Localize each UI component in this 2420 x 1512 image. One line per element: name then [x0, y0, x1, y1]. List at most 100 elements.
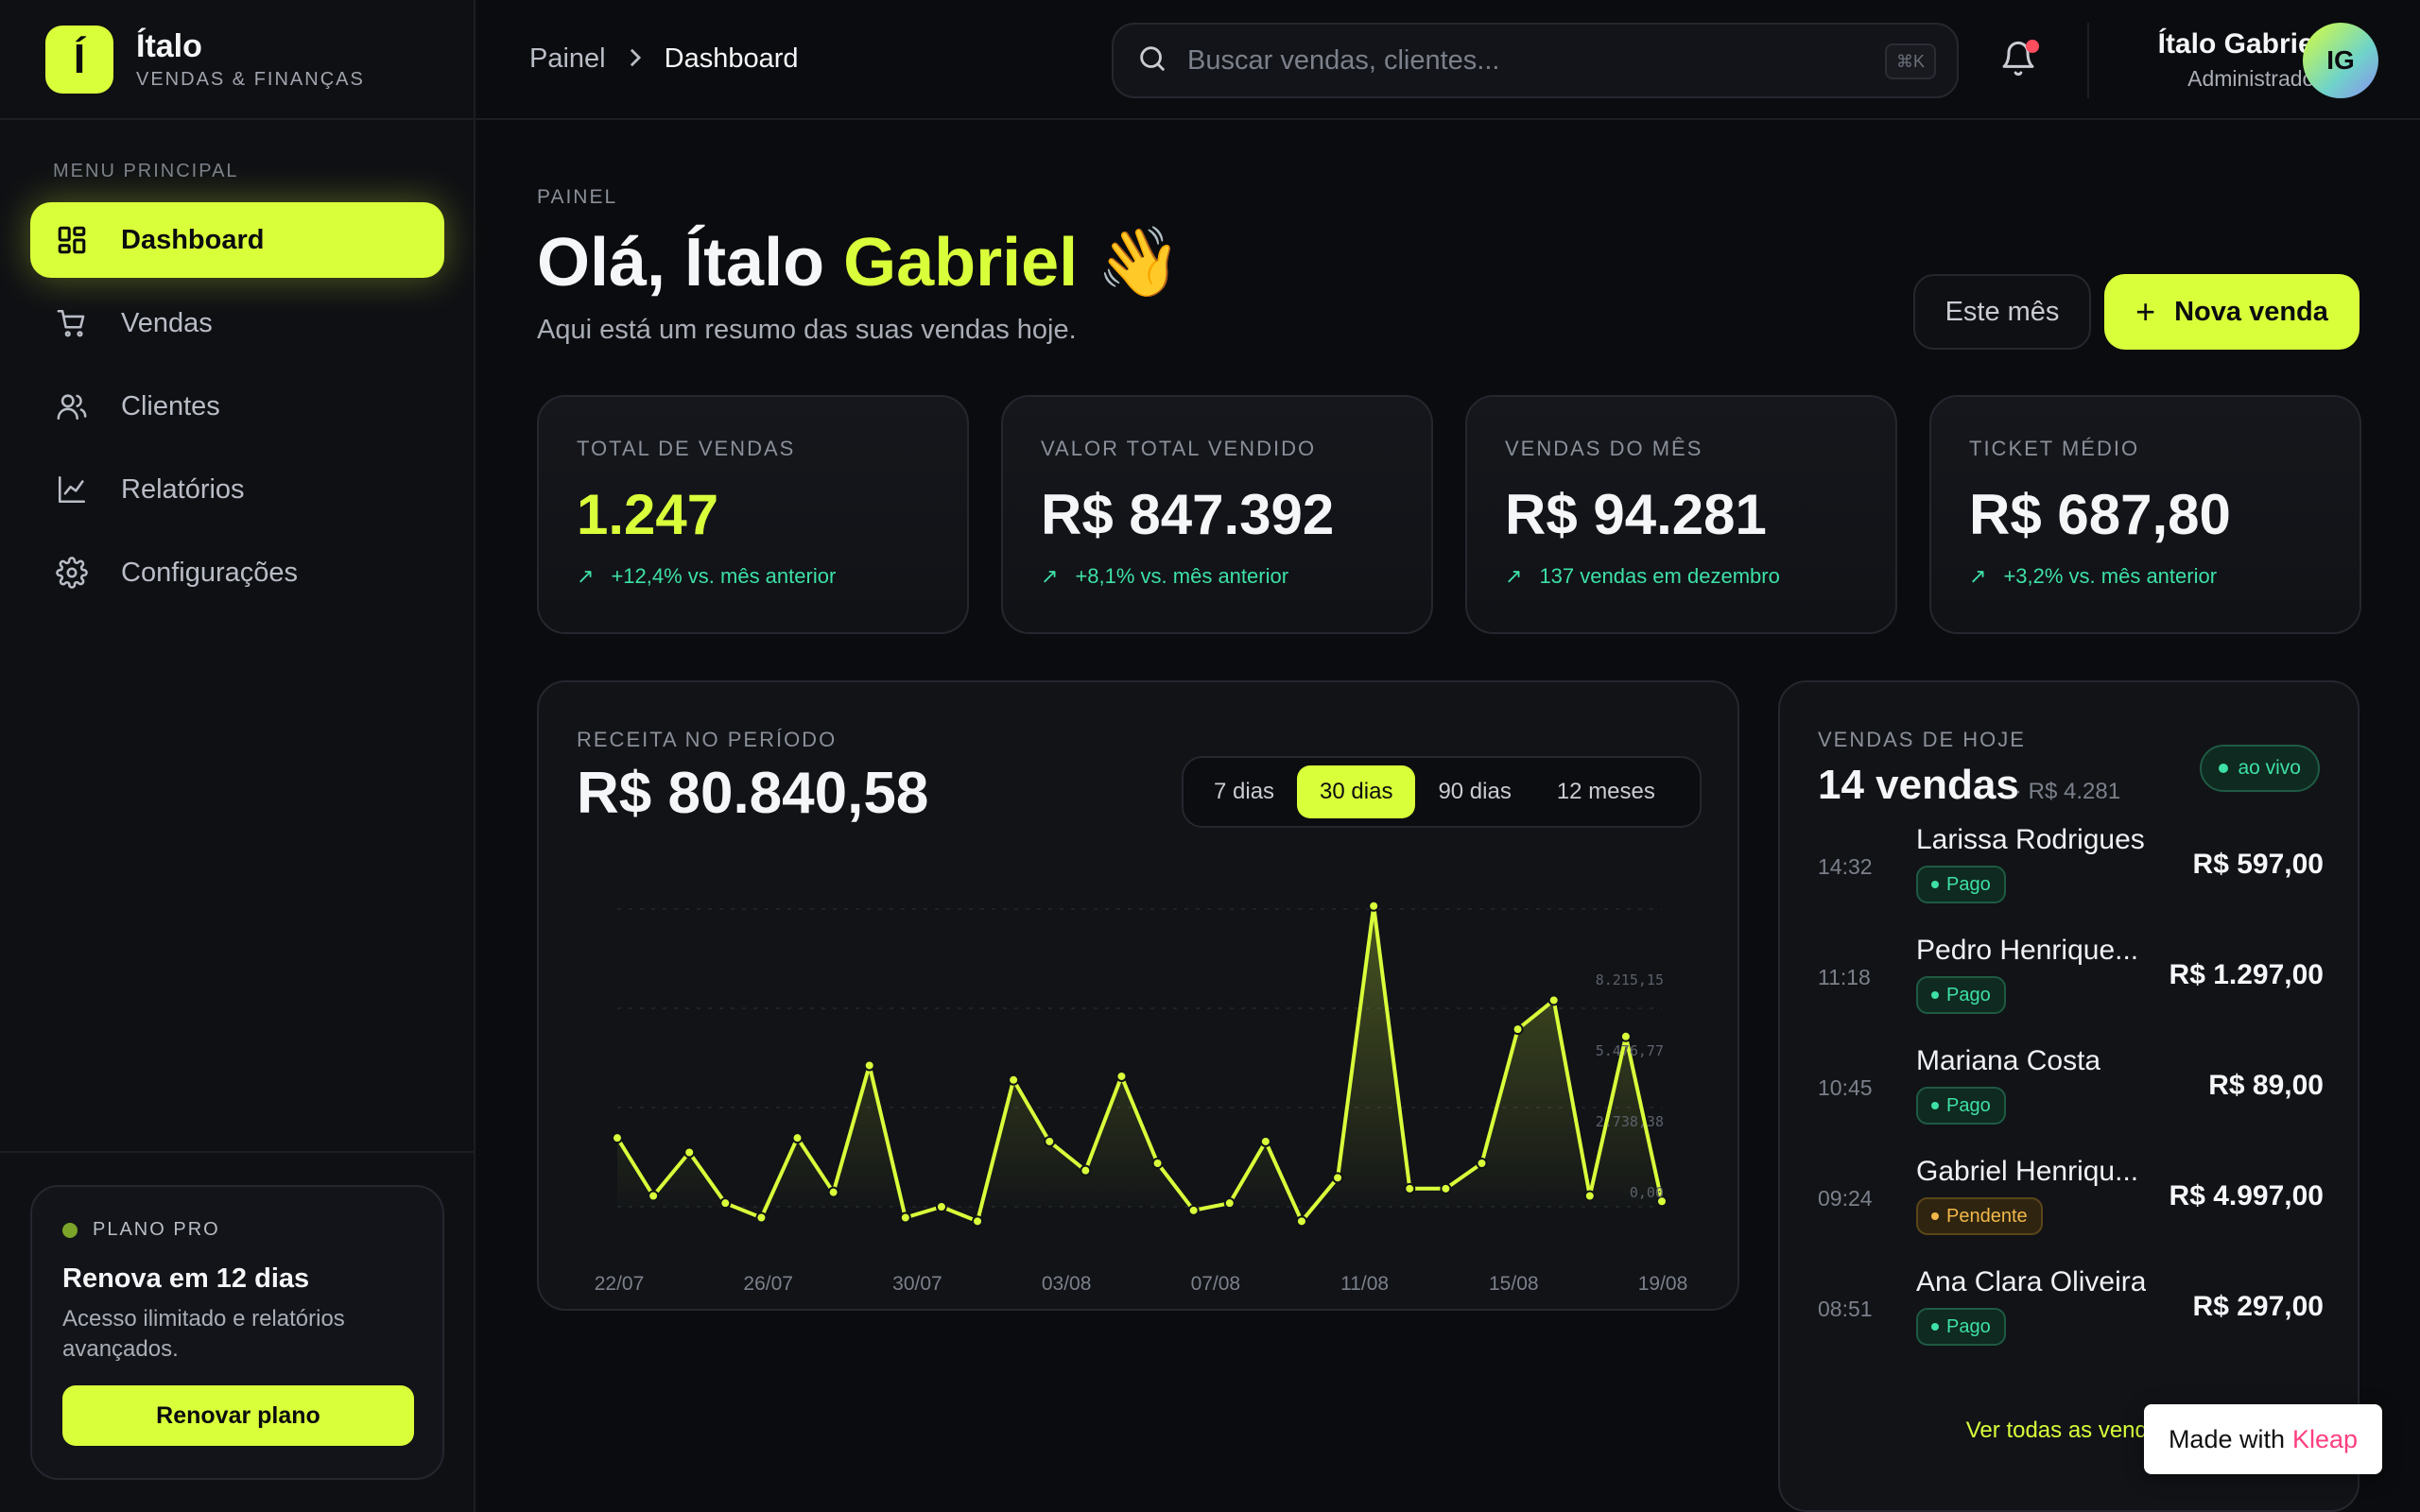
new-sale-label: Nova venda [2174, 296, 2328, 327]
user-info[interactable]: Ítalo Gabriel Administrador [2158, 28, 2322, 92]
data-point [1044, 1135, 1056, 1147]
sale-customer: Pedro Henrique... [1916, 935, 2139, 966]
data-point [755, 1211, 768, 1224]
kpi-card-vendas-mes: VENDAS DO MÊS R$ 94.281 ↗ 137 vendas em d… [1465, 395, 1897, 634]
sidebar-item-clientes[interactable]: Clientes [30, 369, 444, 444]
status-badge: Pago [1916, 1308, 2006, 1346]
kpi-trend-text: +8,1% vs. mês anterior [1075, 564, 1289, 588]
sale-time: 10:45 [1818, 1075, 1873, 1100]
kpi-card-total-vendas: TOTAL DE VENDAS 1.247 ↗ +12,4% vs. mês an… [537, 395, 969, 634]
sale-time: 11:18 [1818, 965, 1871, 989]
kpi-card-valor-total: VALOR TOTAL VENDIDO R$ 847.392 ↗ +8,1% vs… [1001, 395, 1433, 634]
revenue-chart-card: RECEITA NO PERÍODO R$ 80.840,58 7 dias 3… [537, 680, 1739, 1311]
topbar-divider [2087, 23, 2089, 98]
breadcrumb: Painel Dashboard [529, 43, 799, 75]
data-point [827, 1186, 839, 1198]
plan-title: Renova em 12 dias [62, 1263, 310, 1294]
sale-row[interactable]: 14:32 Larissa Rodrigues Pago R$ 597,00 [1818, 815, 2324, 919]
sidebar-item-configuracoes[interactable]: Configurações [30, 535, 444, 610]
status-label: Pendente [1946, 1205, 2028, 1227]
data-point [1619, 1030, 1632, 1042]
sidebar-item-label: Clientes [121, 390, 220, 421]
y-tick-label: 2.738,38 [1596, 1113, 1664, 1130]
new-sale-button[interactable]: + Nova venda [2104, 274, 2360, 350]
kpi-trend: ↗ +8,1% vs. mês anterior [1041, 564, 1393, 589]
data-point [648, 1190, 660, 1202]
sale-row[interactable]: 11:18 Pedro Henrique... Pago R$ 1.297,00 [1818, 925, 2324, 1029]
data-point [1368, 900, 1380, 912]
sale-row[interactable]: 08:51 Ana Clara Oliveira Pago R$ 297,00 [1818, 1257, 2324, 1361]
made-with-badge[interactable]: Made with Kleap [2144, 1404, 2382, 1474]
sale-customer: Larissa Rodrigues [1916, 824, 2145, 855]
plan-status-dot [62, 1222, 78, 1238]
kpi-label: TICKET MÉDIO [1969, 437, 2140, 460]
data-point [719, 1197, 732, 1210]
data-point [1476, 1157, 1488, 1169]
breadcrumb-current: Dashboard [664, 43, 799, 74]
range-12-meses[interactable]: 12 meses [1534, 765, 1678, 818]
range-30-dias[interactable]: 30 dias [1297, 765, 1416, 818]
data-point [1332, 1172, 1344, 1184]
brand: Í Ítalo VENDAS & FINANÇAS [0, 0, 474, 120]
avatar[interactable]: IG [2303, 23, 2378, 98]
chevron-right-icon [627, 44, 644, 75]
data-point [1223, 1197, 1236, 1210]
kpi-value: R$ 847.392 [1041, 483, 1335, 546]
x-tick-label: 22/07 [595, 1273, 645, 1295]
sidebar-item-vendas[interactable]: Vendas [30, 285, 444, 361]
data-point [1295, 1215, 1307, 1228]
data-point [1512, 1023, 1524, 1036]
trend-up-icon: ↗ [577, 564, 595, 588]
today-sales-count: 14 vendas [1818, 762, 2019, 808]
trend-up-icon: ↗ [1505, 564, 1523, 588]
data-point [972, 1215, 984, 1228]
brand-logo[interactable]: Í [45, 25, 113, 94]
sidebar-item-dashboard[interactable]: Dashboard [30, 202, 444, 278]
x-tick-label: 30/07 [892, 1273, 942, 1295]
status-badge: Pago [1916, 866, 2006, 903]
status-dot [1931, 1212, 1939, 1220]
data-point [1115, 1070, 1128, 1082]
trend-up-icon: ↗ [1969, 564, 1987, 588]
revenue-area [617, 905, 1662, 1222]
kpi-trend: ↗ +3,2% vs. mês anterior [1969, 564, 2322, 589]
kpi-label: VALOR TOTAL VENDIDO [1041, 437, 1317, 460]
status-dot [1931, 1323, 1939, 1331]
breadcrumb-parent[interactable]: Painel [529, 43, 606, 75]
data-point [612, 1132, 623, 1144]
data-point [791, 1132, 804, 1144]
trend-up-icon: ↗ [1041, 564, 1059, 588]
kpi-label: TOTAL DE VENDAS [577, 437, 796, 460]
range-7-dias[interactable]: 7 dias [1191, 765, 1297, 818]
sale-customer: Ana Clara Oliveira [1916, 1266, 2147, 1297]
made-with-prefix: Made with [2168, 1424, 2285, 1453]
kpi-trend-text: 137 vendas em dezembro [1539, 564, 1780, 588]
data-point [863, 1059, 875, 1072]
sale-row[interactable]: 10:45 Mariana Costa Pago R$ 89,00 [1818, 1036, 2324, 1140]
chart-line-icon [53, 471, 91, 508]
search-input[interactable] [1187, 44, 1849, 77]
renew-plan-button[interactable]: Renovar plano [62, 1385, 414, 1446]
brand-name: Ítalo [136, 27, 202, 64]
status-label: Pago [1946, 984, 1991, 1005]
today-sales-sum: · R$ 4.281 [2014, 779, 2121, 804]
data-point [1440, 1182, 1452, 1194]
sale-row[interactable]: 09:24 Gabriel Henriqu... Pendente R$ 4.9… [1818, 1146, 2324, 1250]
kpi-value: 1.247 [577, 483, 719, 546]
kpi-card-ticket-medio: TICKET MÉDIO R$ 687,80 ↗ +3,2% vs. mês an… [1929, 395, 2361, 634]
status-dot [1931, 991, 1939, 999]
menu-heading: MENU PRINCIPAL [53, 161, 239, 181]
sidebar-item-relatorios[interactable]: Relatórios [30, 452, 444, 527]
data-point [1583, 1190, 1596, 1202]
page-title: Olá, Ítalo Gabriel 👋 [537, 222, 1182, 302]
range-90-dias[interactable]: 90 dias [1415, 765, 1533, 818]
sale-customer: Mariana Costa [1916, 1045, 2101, 1076]
plus-icon: + [2135, 292, 2156, 331]
y-tick-label: 8.215,15 [1596, 971, 1664, 988]
plan-description: Acesso ilimitado e relatórios avançados. [62, 1306, 345, 1362]
sale-time: 14:32 [1818, 854, 1873, 879]
notifications-button[interactable] [1999, 40, 2041, 81]
period-filter-button[interactable]: Este mês [1913, 274, 2091, 350]
live-dot [2219, 764, 2229, 773]
plan-tag: PLANO PRO [62, 1219, 412, 1241]
